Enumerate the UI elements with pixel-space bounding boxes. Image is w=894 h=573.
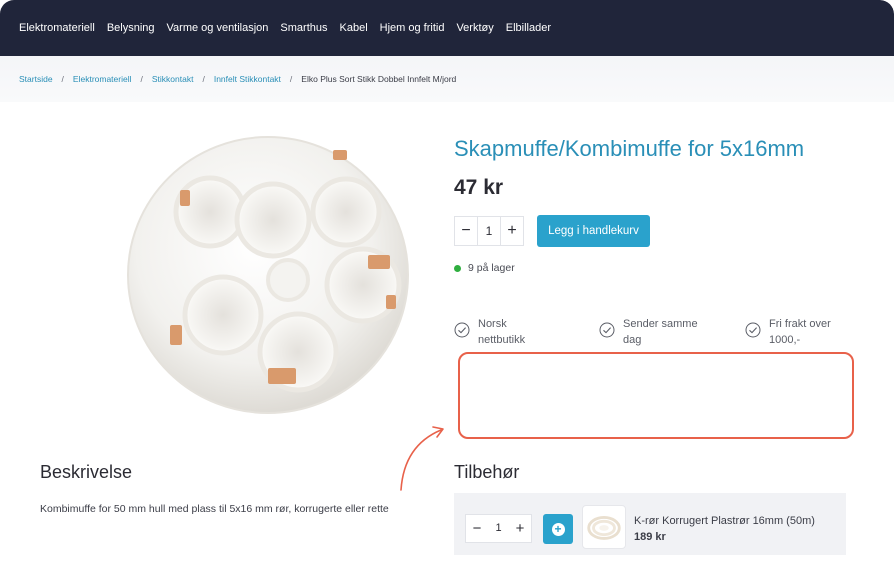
highlight-box [458, 352, 854, 439]
breadcrumb-link-elektromateriell[interactable]: Elektromateriell [73, 74, 132, 84]
breadcrumb-link-startside[interactable]: Startside [19, 74, 53, 84]
page: Elektromateriell Belysning Varme og vent… [0, 0, 894, 573]
nav-item-varme-og-ventilasjon[interactable]: Varme og ventilasjon [167, 22, 269, 34]
nav-item-hjem-og-fritid[interactable]: Hjem og fritid [380, 22, 445, 34]
stock-text: 9 på lager [468, 262, 515, 274]
plus-circle-icon: + [551, 522, 565, 536]
main-nav: Elektromateriell Belysning Varme og vent… [0, 0, 894, 56]
description-text: Kombimuffe for 50 mm hull med plass til … [40, 503, 389, 515]
accessory-add-button[interactable]: + [543, 514, 573, 544]
accessory-quantity-stepper: − 1 + [465, 514, 532, 543]
usp-line: dag [623, 334, 642, 346]
check-circle-icon [454, 322, 470, 338]
nav-item-verktoy[interactable]: Verktøy [456, 22, 493, 34]
breadcrumb-separator: / [202, 74, 205, 84]
nav-item-elektromateriell[interactable]: Elektromateriell [19, 22, 95, 34]
accessory-quantity-decrease-button[interactable]: − [466, 515, 488, 542]
check-circle-icon [745, 322, 761, 338]
breadcrumb-bar: Startside / Elektromateriell / Stikkonta… [0, 56, 894, 102]
breadcrumb-separator: / [61, 74, 64, 84]
breadcrumb: Startside / Elektromateriell / Stikkonta… [0, 56, 894, 102]
accessory-price: 189 kr [634, 531, 666, 543]
usp-line: Fri frakt over [769, 318, 831, 330]
usp-line: Norsk [478, 318, 507, 330]
usp-norsk-nettbutikk: Norsk nettbutikk [454, 316, 525, 348]
product-image [127, 136, 409, 414]
breadcrumb-link-innfelt-stikkontakt[interactable]: Innfelt Stikkontakt [214, 74, 281, 84]
accessories-heading: Tilbehør [454, 462, 520, 482]
quantity-stepper: − 1 + [454, 216, 524, 246]
breadcrumb-current: Elko Plus Sort Stikk Dobbel Innfelt M/jo… [301, 74, 457, 84]
quantity-decrease-button[interactable]: − [455, 217, 477, 245]
product-title: Skapmuffe/Kombimuffe for 5x16mm [454, 136, 805, 161]
product-price: 47 kr [454, 176, 504, 199]
breadcrumb-separator: / [140, 74, 143, 84]
quantity-input[interactable]: 1 [477, 217, 501, 245]
breadcrumb-separator: / [289, 74, 293, 84]
usp-fri-frakt: Fri frakt over 1000,- [745, 316, 831, 348]
check-circle-icon [599, 322, 615, 338]
usp-line: 1000,- [769, 334, 801, 346]
breadcrumb-link-stikkontakt[interactable]: Stikkontakt [152, 74, 194, 84]
nav-item-elbillader[interactable]: Elbillader [506, 22, 551, 34]
in-stock-dot-icon [454, 264, 461, 272]
usp-sender-samme-dag: Sender samme dag [599, 316, 698, 348]
description-heading: Beskrivelse [40, 462, 133, 482]
usp-line: nettbutikk [478, 334, 526, 346]
nav-item-belysning[interactable]: Belysning [107, 22, 155, 34]
accessory-name[interactable]: K-rør Korrugert Plastrør 16mm (50m) [634, 515, 815, 527]
quantity-increase-button[interactable]: + [501, 217, 523, 245]
nav-item-kabel[interactable]: Kabel [340, 22, 368, 34]
annotation-arrow-icon [400, 426, 444, 491]
stock-status: 9 på lager [454, 262, 515, 274]
accessory-quantity-input[interactable]: 1 [488, 515, 509, 542]
nav-item-smarthus[interactable]: Smarthus [280, 22, 327, 34]
accessory-thumbnail[interactable] [582, 505, 626, 549]
accessory-quantity-increase-button[interactable]: + [509, 515, 531, 542]
add-to-cart-button[interactable]: Legg i handlekurv [537, 215, 650, 247]
usp-line: Sender samme [623, 318, 698, 330]
accessory-item: − 1 + + K-rør Korrugert Plastrør 16mm (5… [454, 493, 846, 555]
